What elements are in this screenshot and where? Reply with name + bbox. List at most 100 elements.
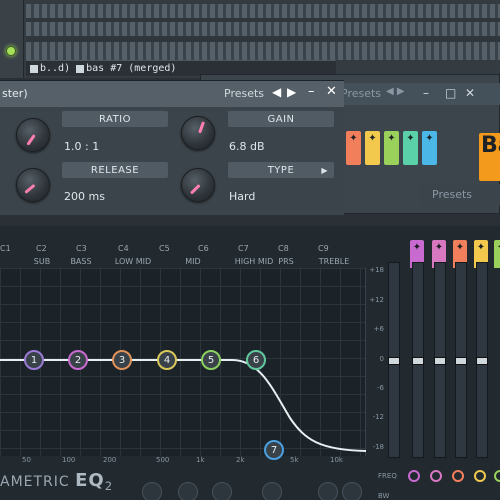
band-name-sub: SUB [33,257,51,266]
freq-tick: 500 [156,456,170,464]
band-name-prs: PRS [278,257,294,266]
type-knob[interactable] [181,168,215,202]
band-node-1[interactable]: 1 [24,350,44,370]
attack-knob[interactable] [16,168,50,202]
freq-knob-1[interactable] [408,470,420,482]
band-name-treble: TREBLE [318,257,350,266]
minimize-button[interactable]: – [308,84,315,99]
clip-2-label: bas #7 (merged) [86,63,177,74]
settings-icon[interactable] [318,482,338,500]
parametric-eq-logo: AMETRIC EQ2 [0,470,113,493]
reset-icon[interactable] [342,482,362,500]
band-top-label: C4 [118,244,129,253]
db-tick: +6 [373,325,384,333]
compare-icon[interactable] [212,482,232,500]
presets-button-2[interactable]: Presets [432,188,472,201]
band-node-4[interactable]: 4 [157,350,177,370]
maximize-button[interactable]: □ [445,86,456,100]
band-node-6[interactable]: 6 [246,350,266,370]
bw-row-label: BW [378,492,390,500]
freq-knob-5[interactable] [494,470,500,482]
clip-icon [30,64,38,73]
release-value[interactable]: 200 ms [64,190,105,203]
type-label-text: TYPE [267,164,295,176]
background-presets-label[interactable]: Presets [341,87,381,100]
freq-knob-2[interactable] [430,470,442,482]
presets-button[interactable]: Presets [224,87,264,100]
gain-value[interactable]: 6.8 dB [229,140,265,153]
play-icon[interactable] [142,482,162,500]
band-fader-1[interactable] [412,262,424,458]
band-top-label: C1 [0,244,11,253]
ratio-label: RATIO [62,111,168,127]
gain-axis: +18 +12 +6 0 -6 -12 -18 [366,262,388,462]
band-top-label: C7 [238,244,249,253]
band-name-bass: BASS [70,257,92,266]
next-preset-button[interactable]: ▶ [287,85,296,99]
minimize-button[interactable]: – [423,86,429,100]
band-top-label: C6 [198,244,209,253]
fader-thumb[interactable] [388,357,400,365]
logo-version: 2 [104,478,114,493]
compressor-window[interactable]: ster) Presets ◀ ▶ – ✕ [0,80,344,215]
close-button[interactable]: ✕ [465,86,475,100]
type-arrow-icon[interactable]: ▶ [321,166,328,175]
channel-active-led[interactable] [6,46,16,56]
ratio-value[interactable]: 1.0 : 1 [64,140,99,153]
type-label: TYPE ▶ [228,162,334,178]
channel-left-column [0,0,24,78]
clip-2[interactable]: bas #7 (merged) [76,63,176,74]
view-toggle[interactable] [262,482,282,500]
freq-tick: 50 [22,456,31,464]
step-grid[interactable] [26,4,500,60]
eq-response-curve [0,359,366,452]
band-top-label: C2 [36,244,47,253]
freq-row-label: FREQ [378,472,397,480]
band-name-high-mid: HIGH MID [234,257,274,266]
band-top-label: C3 [76,244,87,253]
fader-thumb[interactable] [412,357,424,365]
band-switch[interactable]: ✦ [403,131,418,165]
fader-thumb[interactable] [434,357,446,365]
fader-thumb[interactable] [455,357,467,365]
freq-tick: 10k [330,456,343,464]
band-switch[interactable]: ✦ [365,131,380,165]
band-enable-5[interactable]: ✦ [494,240,500,268]
band-node-2[interactable]: 2 [68,350,88,370]
freq-tick: 1k [196,456,205,464]
band-fader-3[interactable] [455,262,467,458]
db-tick: -12 [372,413,384,421]
logo-eq: EQ [75,470,105,491]
gain-label: GAIN [228,111,334,127]
frequency-axis: 50 100 200 500 1k 2k 5k 10k [0,456,366,466]
clip-1[interactable]: b..d) [30,63,70,74]
gain-knob[interactable] [181,116,215,150]
band-switch[interactable]: ✦ [346,131,361,165]
freq-tick: 100 [62,456,76,464]
clip-icon [76,64,85,73]
compressor-titlebar[interactable]: ster) Presets ◀ ▶ – ✕ [0,81,344,107]
threshold-knob[interactable] [16,118,50,152]
band-switch[interactable]: ✦ [384,131,399,165]
band-node-3[interactable]: 3 [112,350,132,370]
freq-knob-3[interactable] [452,470,464,482]
band-node-5[interactable]: 5 [201,350,221,370]
type-value[interactable]: Hard [229,190,255,203]
background-preset-arrows[interactable]: ◀ ▶ [386,86,405,97]
fader-thumb[interactable] [476,357,488,365]
db-tick: -18 [372,443,384,451]
hq-button[interactable] [178,482,198,500]
band-switch[interactable]: ✦ [422,131,437,165]
band-fader-4[interactable] [476,262,488,458]
brand-logo: Ba [479,133,500,181]
mini-band-switches: ✦ ✦ ✦ ✦ ✦ [346,131,437,165]
output-meter[interactable] [388,262,400,458]
band-fader-2[interactable] [434,262,446,458]
band-name-low-mid: LOW MID [114,257,152,266]
close-button[interactable]: ✕ [326,84,337,99]
window-title: ster) [2,87,28,100]
db-tick: +18 [369,266,384,274]
prev-preset-button[interactable]: ◀ [272,85,281,99]
logo-text: AMETRIC [0,474,70,490]
freq-knob-4[interactable] [474,470,486,482]
